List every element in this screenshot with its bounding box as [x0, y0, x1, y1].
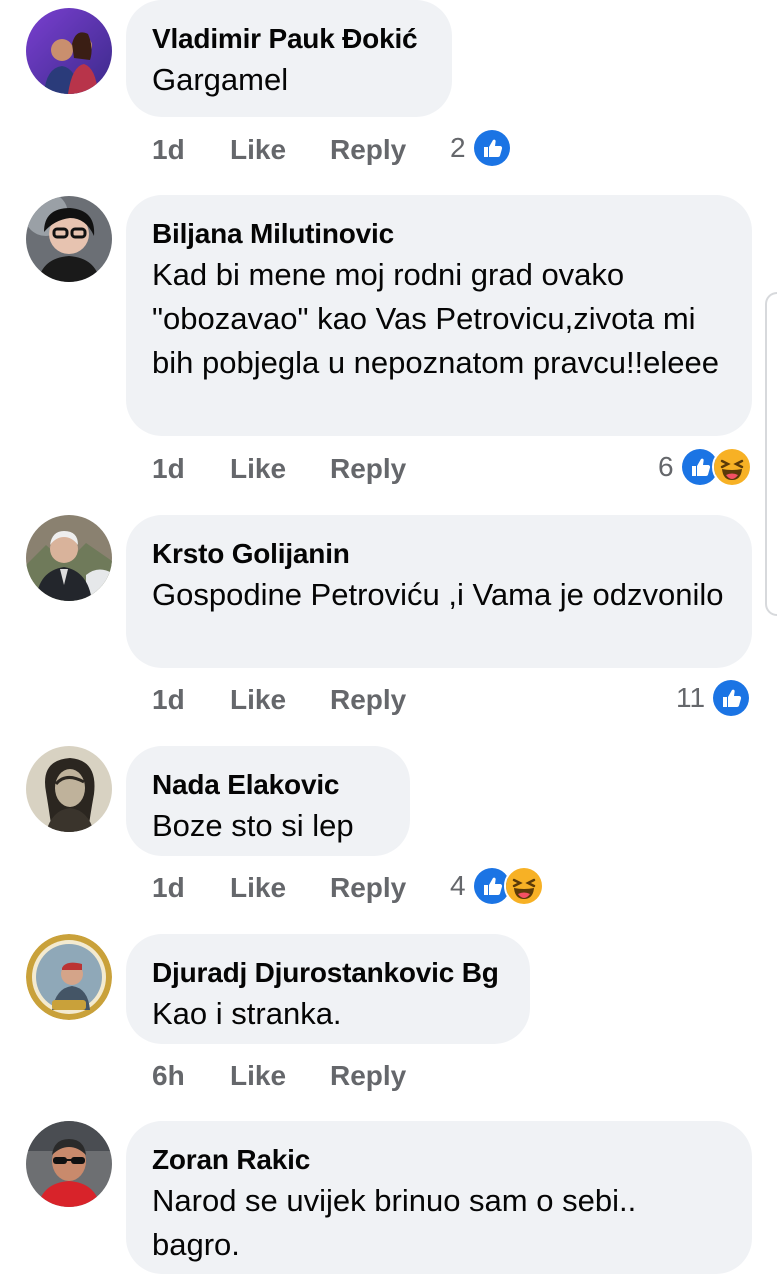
comment-text: Gargamel — [152, 62, 289, 97]
reaction-summary[interactable]: 6 — [658, 447, 752, 487]
comment-author[interactable]: Biljana Milutinovic — [152, 217, 726, 251]
comment-author[interactable]: Vladimir Pauk Đokić — [152, 22, 426, 56]
reply-button[interactable]: Reply — [330, 684, 406, 716]
comment-bubble: Krsto Golijanin Gospodine Petroviću ,i V… — [126, 515, 752, 668]
haha-icon — [711, 447, 752, 487]
comment-actions: 6h Like Reply — [152, 1056, 406, 1096]
comment-time[interactable]: 1d — [152, 453, 230, 485]
reaction-count: 2 — [450, 132, 466, 163]
comment-bubble: Vladimir Pauk Đokić Gargamel — [126, 0, 452, 117]
reaction-count: 6 — [658, 451, 674, 482]
like-button[interactable]: Like — [230, 684, 330, 716]
reaction-summary[interactable]: 11 — [676, 678, 752, 718]
comment-bubble: Djuradj Djurostankovic Bg Kao i stranka. — [126, 934, 530, 1044]
reply-button[interactable]: Reply — [330, 453, 406, 485]
comment-author[interactable]: Krsto Golijanin — [152, 537, 726, 571]
reaction-count: 11 — [676, 682, 706, 713]
avatar[interactable] — [26, 1121, 112, 1207]
reply-button[interactable]: Reply — [330, 872, 406, 904]
comment-author[interactable]: Nada Elakovic — [152, 768, 384, 802]
comment-time[interactable]: 6h — [152, 1060, 230, 1092]
scroll-handle[interactable] — [765, 292, 777, 616]
comment-bubble: Biljana Milutinovic Kad bi mene moj rodn… — [126, 195, 752, 436]
comment-time[interactable]: 1d — [152, 684, 230, 716]
avatar[interactable] — [26, 746, 112, 832]
comment-time[interactable]: 1d — [152, 872, 230, 904]
comment-bubble: Nada Elakovic Boze sto si lep — [126, 746, 410, 856]
reply-button[interactable]: Reply — [330, 1060, 406, 1092]
like-icon — [471, 128, 512, 168]
comment-text: Boze sto si lep — [152, 808, 354, 843]
comment-actions: 1d Like Reply — [152, 680, 406, 720]
reply-button[interactable]: Reply — [330, 134, 406, 166]
comment-actions: 1d Like Reply — [152, 868, 406, 908]
comment-time[interactable]: 1d — [152, 134, 230, 166]
comment-bubble: Zoran Rakic Narod se uvijek brinuo sam o… — [126, 1121, 752, 1274]
comment-text: Gospodine Petroviću ,i Vama je odzvonilo — [152, 577, 724, 612]
reaction-summary[interactable]: 2 — [450, 128, 512, 168]
comment-actions: 1d Like Reply — [152, 130, 406, 170]
avatar[interactable] — [26, 934, 112, 1020]
comment-actions: 1d Like Reply — [152, 449, 406, 489]
like-button[interactable]: Like — [230, 134, 330, 166]
like-button[interactable]: Like — [230, 1060, 330, 1092]
like-button[interactable]: Like — [230, 453, 330, 485]
comment-author[interactable]: Djuradj Djurostankovic Bg — [152, 956, 504, 990]
reaction-summary[interactable]: 4 — [450, 866, 544, 906]
like-icon — [711, 678, 752, 718]
reaction-count: 4 — [450, 870, 466, 901]
comment-text: Kad bi mene moj rodni grad ovako "obozav… — [152, 257, 720, 380]
haha-icon — [503, 866, 544, 906]
avatar[interactable] — [26, 515, 112, 601]
comment-text: Kao i stranka. — [152, 996, 342, 1031]
avatar[interactable] — [26, 196, 112, 282]
comment-text: Narod se uvijek brinuo sam o sebi.. bagr… — [152, 1183, 637, 1262]
like-button[interactable]: Like — [230, 872, 330, 904]
comment-thread: Vladimir Pauk Đokić Gargamel 1d Like Rep… — [0, 0, 777, 1280]
avatar[interactable] — [26, 8, 112, 94]
comment-author[interactable]: Zoran Rakic — [152, 1143, 726, 1177]
